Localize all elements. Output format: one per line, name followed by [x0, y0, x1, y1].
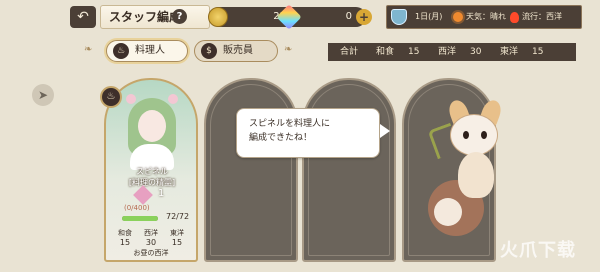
page-title: スタッフ編成: [100, 5, 210, 29]
staff-slot-2[interactable]: [204, 78, 298, 262]
tab-label: 料理人: [135, 45, 165, 56]
character-title: [料理の精霊]: [128, 178, 176, 187]
speech-bubble: スピネルを料理人に 編成できたね！: [236, 108, 380, 158]
flame-icon: [510, 12, 519, 23]
total-toyo-label: 東洋: [500, 47, 519, 57]
staff-slot-1[interactable]: ♨ スピネル [料理の精霊] 1 (0/400) 72/72 和食 15 西洋 …: [100, 78, 198, 262]
mascot-character: [420, 86, 520, 246]
stat-label: 西洋: [144, 229, 158, 237]
add-gem-button[interactable]: +: [356, 9, 372, 25]
total-washoku-label: 和食: [376, 47, 395, 57]
totals-bar: 合計 和食 15 西洋 30 東洋 15: [328, 43, 576, 61]
back-arrow-icon: ↶: [77, 9, 89, 25]
hp-bar: [122, 216, 158, 221]
top-bar: ↶ スタッフ編成 ? 25 0 + 1日(月) 天気：晴れ 流行：西洋: [0, 0, 600, 34]
ornament-left: ❧: [84, 44, 93, 55]
total-washoku-value: 15: [408, 47, 420, 57]
character-name: スピネル [料理の精霊]: [124, 166, 180, 188]
coin-icon: [208, 7, 228, 27]
sun-icon: [453, 12, 463, 22]
tab-label: 販売員: [223, 45, 253, 56]
side-nav-button[interactable]: ➤: [32, 84, 54, 106]
hp-bar-fill: [122, 216, 158, 221]
stat-seiyo: 西洋 30: [138, 228, 164, 247]
bubble-line1: スピネルを料理人に: [249, 119, 331, 129]
money-bag-icon: $: [201, 43, 217, 59]
hp-value: 72/72: [166, 212, 190, 221]
tab-cook[interactable]: ♨ 料理人: [106, 40, 188, 62]
bubble-line2: 編成できたね！: [249, 133, 313, 143]
total-seiyo-label: 西洋: [438, 47, 457, 57]
heart-icon: [133, 185, 153, 205]
heart-count: 1: [158, 188, 165, 199]
card-footer: お昼の西洋: [133, 249, 169, 257]
character-portrait: [120, 88, 184, 170]
watermark: 火爪下载: [500, 240, 576, 261]
stat-washoku: 和食 15: [112, 228, 138, 247]
stat-label: 東洋: [170, 229, 184, 237]
total-seiyo-value: 30: [470, 47, 482, 57]
affection-hearts: 1: [124, 185, 180, 205]
tab-seller[interactable]: $ 販売員: [194, 40, 278, 62]
stat-toyo: 東洋 15: [164, 228, 190, 247]
play-arrow-icon: ➤: [37, 88, 49, 102]
info-panel: 1日(月) 天気：晴れ 流行：西洋: [386, 5, 582, 29]
stat-value: 15: [119, 238, 131, 247]
ornament-right: ❧: [284, 44, 293, 55]
trend-label: 流行：西洋: [522, 12, 562, 21]
help-icon[interactable]: ?: [172, 9, 187, 24]
stat-value: 15: [171, 238, 183, 247]
stats-row: 和食 15 西洋 30 東洋 15: [112, 228, 190, 247]
affection-progress: (0/400): [124, 204, 150, 212]
staff-slot-3[interactable]: [302, 78, 396, 262]
shield-icon: [391, 9, 407, 25]
stat-value: 30: [145, 238, 157, 247]
bubble-tail: [380, 124, 390, 138]
total-toyo-value: 15: [532, 47, 544, 57]
gem-value: 0: [345, 11, 352, 22]
back-button[interactable]: ↶: [70, 6, 96, 28]
character-name-line1: スピネル: [136, 167, 168, 176]
gem-counter: 0 +: [276, 4, 372, 30]
cooking-pot-icon: ♨: [113, 43, 129, 59]
totals-label: 合計: [340, 47, 359, 57]
day-label: 1日(月): [415, 12, 443, 21]
cooking-pot-icon: ♨: [100, 86, 122, 108]
stat-label: 和食: [118, 229, 132, 237]
weather-label: 天気：晴れ: [466, 12, 506, 21]
